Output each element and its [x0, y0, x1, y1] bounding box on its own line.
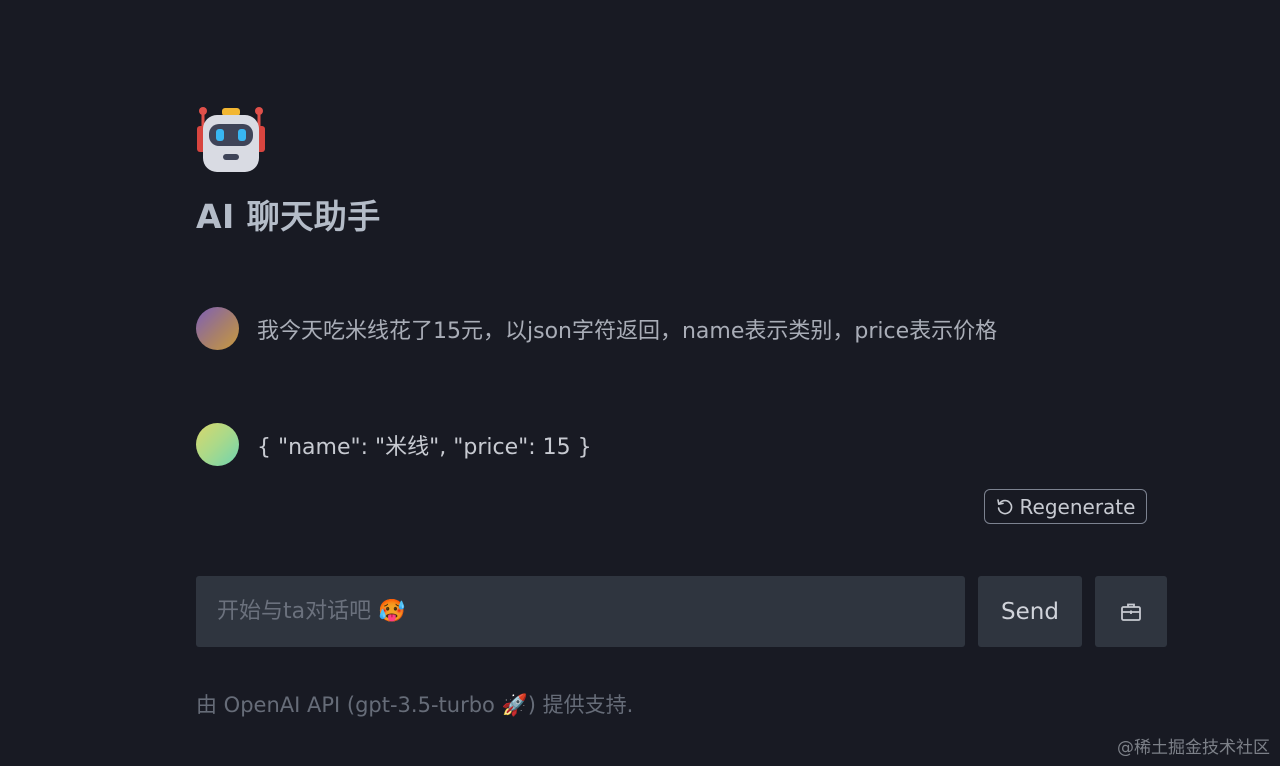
- watermark: @稀土掘金技术社区: [1117, 738, 1270, 758]
- regenerate-button[interactable]: Regenerate: [984, 489, 1147, 524]
- regenerate-label: Regenerate: [1019, 494, 1136, 519]
- assistant-message-text: { "name": "米线", "price": 15 }: [257, 434, 592, 460]
- message-input-box[interactable]: [196, 576, 965, 647]
- user-avatar: [196, 307, 239, 350]
- toolbox-button[interactable]: [1095, 576, 1167, 647]
- message-input[interactable]: [215, 598, 965, 625]
- user-message: 我今天吃米线花了15元，以json字符返回，name表示类别，price表示价格: [196, 307, 997, 350]
- user-message-text: 我今天吃米线花了15元，以json字符返回，name表示类别，price表示价格: [257, 318, 998, 344]
- send-button[interactable]: Send: [978, 576, 1082, 647]
- footer-text: 由 OpenAI API (gpt-3.5-turbo 🚀) 提供支持.: [196, 693, 634, 717]
- refresh-icon: [996, 498, 1012, 514]
- robot-logo-icon: [196, 104, 266, 174]
- page-title: AI 聊天助手: [196, 197, 381, 236]
- assistant-message: { "name": "米线", "price": 15 }: [196, 423, 592, 466]
- assistant-avatar: [196, 423, 239, 466]
- toolbox-icon: [1121, 603, 1141, 621]
